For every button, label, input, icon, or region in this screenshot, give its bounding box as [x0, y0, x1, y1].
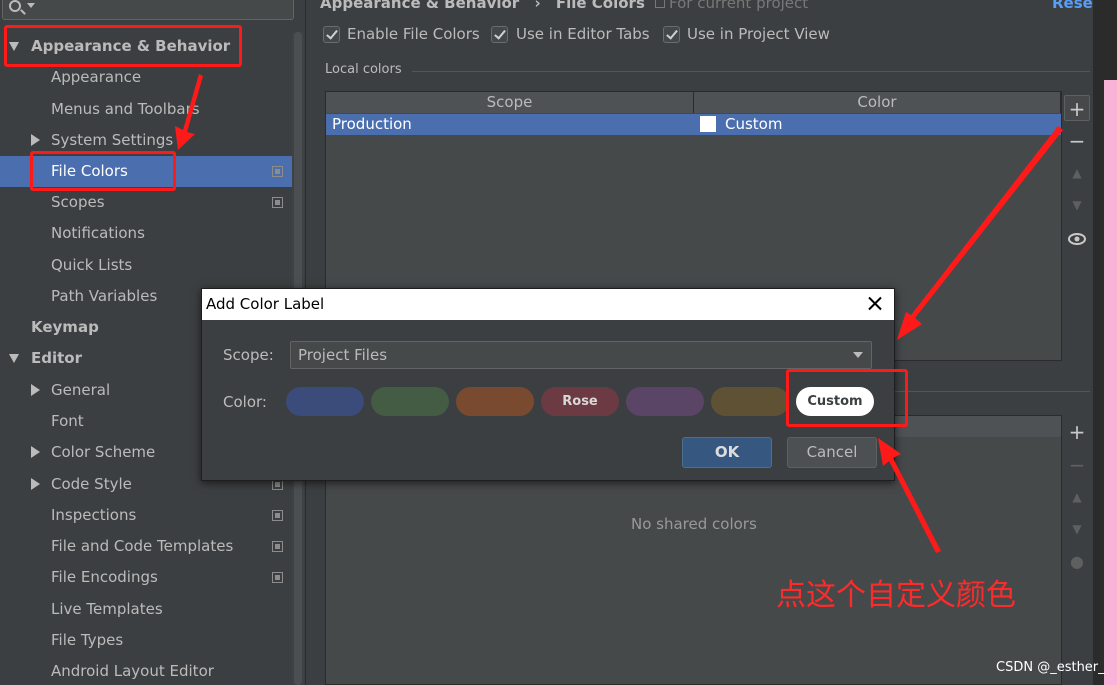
tree-item-file-code-templates[interactable]: File and Code Templates — [0, 531, 292, 562]
tree-item-label: Notifications — [51, 224, 145, 242]
scope-note: For current project — [655, 0, 808, 12]
expand-arrow-icon[interactable] — [31, 384, 40, 396]
project-scope-icon — [272, 197, 283, 208]
tree-item-label: Quick Lists — [51, 256, 133, 274]
tree-item-label: Code Style — [51, 475, 132, 493]
use-in-editor-tabs-checkbox[interactable] — [491, 26, 508, 43]
breadcrumb-parent: Appearance & Behavior — [320, 0, 520, 12]
color-swatch — [700, 116, 716, 132]
add-local-color-button[interactable]: + — [1064, 95, 1090, 121]
watermark: CSDN @_esther_ — [996, 660, 1105, 675]
expand-arrow-icon[interactable] — [31, 446, 40, 458]
ok-button[interactable]: OK — [682, 437, 772, 468]
tree-item-label: Color Scheme — [51, 443, 156, 461]
table-row[interactable]: Production Custom — [326, 114, 1061, 135]
tree-item-inspections[interactable]: Inspections — [0, 500, 292, 531]
tree-item-label: File Types — [51, 631, 124, 649]
dialog-title: Add Color Label — [202, 289, 894, 320]
tree-item-menus-toolbars[interactable]: Menus and Toolbars — [0, 94, 292, 125]
project-scope-icon — [655, 0, 665, 8]
collapse-arrow-icon[interactable] — [9, 354, 19, 363]
color-option-rose[interactable]: Rose — [541, 387, 619, 416]
project-scope-icon — [272, 166, 283, 177]
tree-item-label: General — [51, 381, 111, 399]
shared-move-down-button[interactable]: ▼ — [1064, 516, 1090, 542]
breadcrumb-current: File Colors — [555, 0, 645, 12]
chevron-down-icon — [853, 352, 863, 358]
tree-item-live-templates[interactable]: Live Templates — [0, 594, 292, 625]
remove-local-color-button[interactable]: − — [1064, 128, 1090, 154]
tree-item-label: File and Code Templates — [51, 537, 234, 555]
close-icon[interactable] — [864, 293, 886, 315]
tree-item-scopes[interactable]: Scopes — [0, 187, 292, 218]
tree-item-label: Editor — [31, 349, 82, 367]
add-shared-color-button[interactable]: + — [1064, 419, 1090, 445]
editor-highlight-strip — [1104, 80, 1117, 685]
annotation-text: 点这个自定义颜色 — [776, 578, 1016, 613]
section-divider — [412, 71, 1090, 72]
project-scope-icon — [272, 510, 283, 521]
breadcrumb-separator: › — [534, 0, 541, 12]
column-header-scope[interactable]: Scope — [326, 92, 694, 113]
color-option-green[interactable] — [371, 387, 449, 416]
expand-arrow-icon[interactable] — [31, 478, 40, 490]
tree-item-label: Inspections — [51, 506, 137, 524]
scope-select-value: Project Files — [298, 346, 388, 364]
dialog-title-text: Add Color Label — [206, 295, 325, 313]
scope-note-text: For current project — [669, 0, 809, 12]
tree-item-notifications[interactable]: Notifications — [0, 218, 292, 249]
annotation-box-file-colors — [30, 151, 176, 191]
scope-select[interactable]: Project Files — [290, 341, 872, 369]
tree-item-label: Path Variables — [51, 287, 158, 305]
color-option-yellow[interactable] — [711, 387, 789, 416]
move-up-button[interactable]: ▲ — [1064, 160, 1090, 186]
shared-move-up-button[interactable]: ▲ — [1064, 484, 1090, 510]
tree-item-label: Scopes — [51, 193, 105, 211]
column-header-color[interactable]: Color — [694, 92, 1061, 113]
cancel-button[interactable]: Cancel — [787, 437, 877, 468]
row-scope: Production — [332, 115, 412, 133]
row-color: Custom — [725, 115, 783, 133]
shared-empty-text: No shared colors — [631, 515, 757, 533]
chevron-down-icon[interactable] — [27, 3, 35, 8]
tree-item-quick-lists[interactable]: Quick Lists — [0, 250, 292, 281]
tree-item-android-layout-editor[interactable]: Android Layout Editor — [0, 656, 292, 685]
project-scope-icon — [272, 541, 283, 552]
annotation-box-appearance — [4, 25, 242, 67]
use-in-project-view-checkbox[interactable] — [663, 26, 680, 43]
tree-item-label: Live Templates — [51, 600, 163, 618]
use-in-project-view-label[interactable]: Use in Project View — [687, 25, 830, 43]
color-option-violet[interactable] — [626, 387, 704, 416]
move-down-button[interactable]: ▼ — [1064, 192, 1090, 218]
settings-search-input[interactable] — [2, 0, 294, 20]
unshare-button[interactable]: ● — [1064, 549, 1090, 575]
color-option-orange[interactable] — [456, 387, 534, 416]
project-scope-icon — [272, 572, 283, 583]
enable-file-colors-label[interactable]: Enable File Colors — [347, 25, 480, 43]
tree-item-file-encodings[interactable]: File Encodings — [0, 562, 292, 593]
remove-shared-color-button[interactable]: − — [1064, 452, 1090, 478]
tree-item-label: Menus and Toolbars — [51, 100, 200, 118]
scope-label: Scope: — [223, 346, 274, 364]
tree-item-file-types[interactable]: File Types — [0, 625, 292, 656]
color-option-blue[interactable] — [286, 387, 364, 416]
expand-arrow-icon[interactable] — [31, 134, 40, 146]
share-eye-button[interactable] — [1064, 225, 1090, 251]
eye-icon — [1068, 233, 1086, 245]
tree-item-label: Android Layout Editor — [51, 662, 214, 680]
tree-item-label: File Encodings — [51, 568, 158, 586]
tree-item-label: Keymap — [31, 318, 99, 336]
breadcrumb: Appearance & Behavior › File Colors — [320, 0, 645, 12]
local-colors-title: Local colors — [325, 62, 402, 77]
tree-item-label: Font — [51, 412, 84, 430]
enable-file-colors-checkbox[interactable] — [323, 26, 340, 43]
search-icon — [9, 0, 21, 12]
use-in-editor-tabs-label[interactable]: Use in Editor Tabs — [516, 25, 650, 43]
annotation-box-custom — [786, 369, 908, 427]
color-label: Color: — [223, 393, 267, 411]
